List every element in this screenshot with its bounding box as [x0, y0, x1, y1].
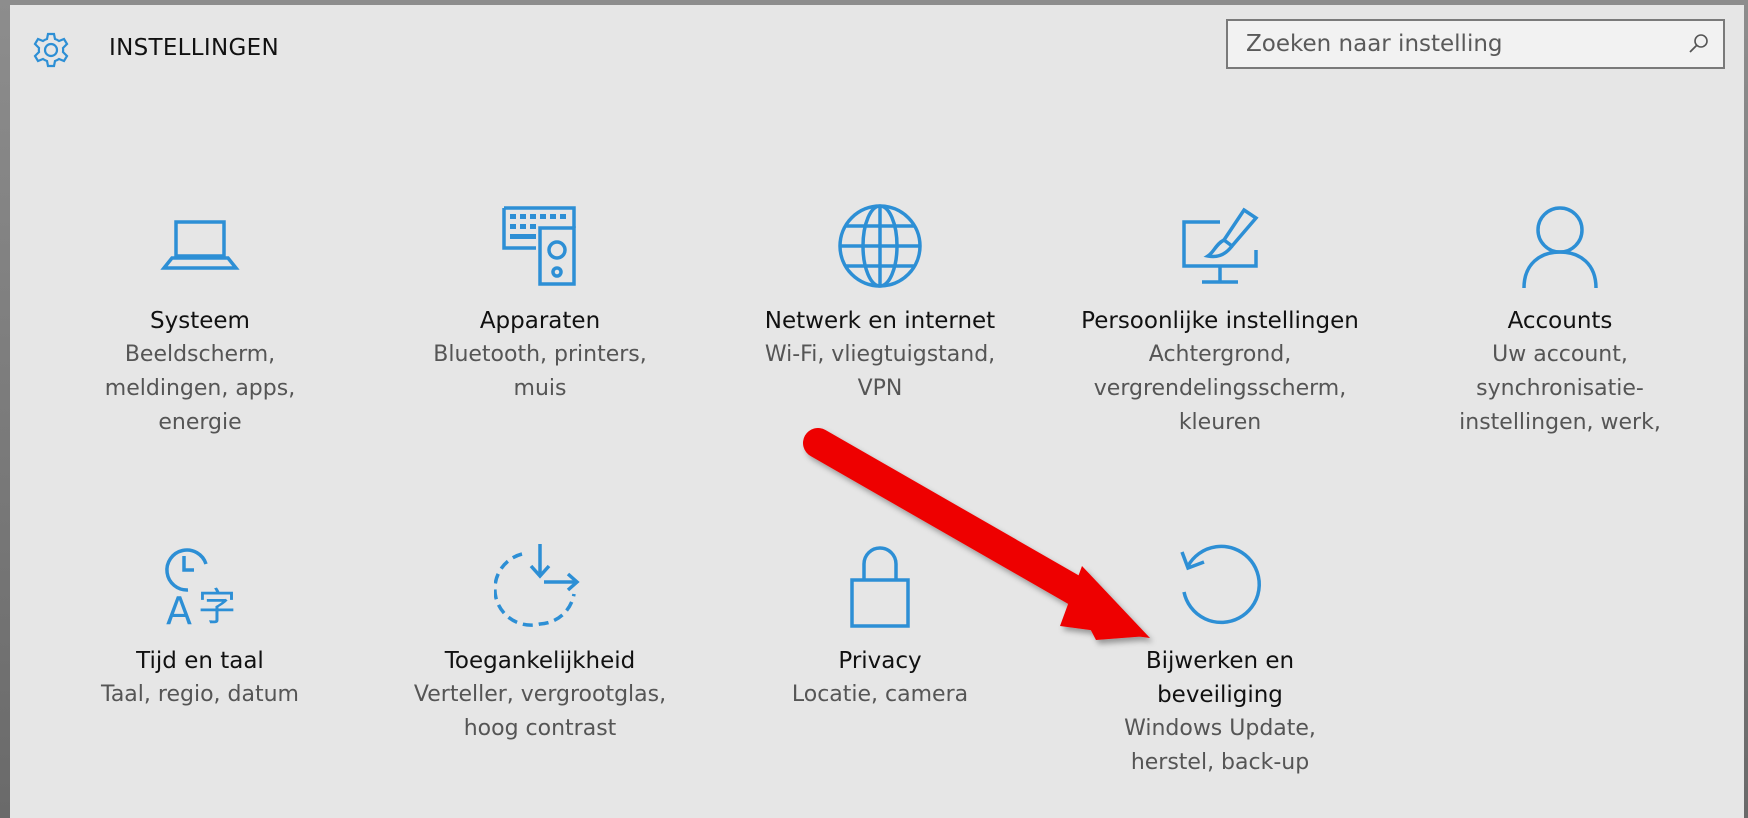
- search-input[interactable]: [1228, 21, 1686, 67]
- tile-title: Privacy: [838, 648, 922, 674]
- tile-description-line: VPN: [857, 376, 903, 401]
- search-box[interactable]: [1226, 19, 1725, 69]
- tile-description-line: Wi-Fi, vliegtuigstand,: [764, 342, 996, 367]
- tile-toegankelijkheid[interactable]: Toegankelijkheid Verteller, vergrootglas…: [380, 540, 700, 746]
- tile-description-line: hoog contrast: [463, 716, 617, 741]
- settings-window: INSTELLINGEN Systeem Beeldscherm, meldin…: [10, 5, 1744, 818]
- svg-text:字: 字: [198, 585, 236, 629]
- tile-title: Persoonlijke instellingen: [1081, 308, 1359, 334]
- tile-title: beveiliging: [1157, 682, 1283, 708]
- globe-icon: [838, 204, 922, 288]
- tile-description-line: vergrendelingsscherm,: [1093, 376, 1347, 401]
- tile-description-line: Bluetooth, printers,: [433, 342, 647, 367]
- tile-title: Bijwerken en: [1145, 648, 1295, 674]
- tile-description-line: Achtergrond,: [1148, 342, 1292, 367]
- tile-description-line: herstel, back-up: [1130, 750, 1310, 775]
- tile-description-line: Taal, regio, datum: [101, 682, 299, 707]
- tile-accounts[interactable]: Accounts Uw account, synchronisatie- ins…: [1400, 200, 1720, 440]
- tile-bijwerken-en-beveiliging[interactable]: Bijwerken en beveiliging Windows Update,…: [1060, 540, 1380, 780]
- refresh-icon: [1180, 544, 1261, 625]
- tile-tijd-en-taal[interactable]: A 字 Tijd en taal Taal, regio, datum: [40, 540, 360, 712]
- person-icon: [1522, 206, 1598, 289]
- tile-description-line: instellingen, werk,: [1459, 410, 1661, 435]
- tile-title: Toegankelijkheid: [444, 648, 636, 674]
- accessibility-icon: [494, 544, 580, 627]
- tile-title: Accounts: [1507, 308, 1613, 334]
- tile-description-line: Verteller, vergrootglas,: [413, 682, 667, 707]
- tile-description-line: Beeldscherm,: [124, 342, 276, 367]
- tile-persoonlijke-instellingen[interactable]: Persoonlijke instellingen Achtergrond, v…: [1060, 200, 1380, 440]
- page-title: INSTELLINGEN: [109, 35, 279, 61]
- tile-apparaten[interactable]: Apparaten Bluetooth, printers, muis: [380, 200, 700, 406]
- keyboard-speaker-icon: [502, 206, 576, 286]
- laptop-icon: [160, 220, 240, 270]
- tile-description-line: Locatie, camera: [791, 682, 969, 707]
- monitor-brush-icon: [1182, 207, 1259, 284]
- padlock-icon: [850, 546, 910, 628]
- tile-description-line: energie: [158, 410, 242, 435]
- gear-icon: [33, 32, 69, 68]
- clock-language-icon: A 字: [165, 548, 236, 632]
- tile-description-line: Uw account,: [1492, 342, 1628, 367]
- tile-title: Netwerk en internet: [764, 308, 996, 334]
- tile-privacy[interactable]: Privacy Locatie, camera: [720, 540, 1040, 712]
- svg-text:A: A: [166, 589, 192, 632]
- tile-title: Systeem: [150, 308, 250, 334]
- tile-description-line: muis: [513, 376, 567, 401]
- screenshot-frame: INSTELLINGEN Systeem Beeldscherm, meldin…: [0, 0, 1748, 818]
- tile-description-line: meldingen, apps,: [104, 376, 296, 401]
- tile-title: Tijd en taal: [136, 648, 264, 674]
- tile-description-line: Windows Update,: [1124, 716, 1316, 741]
- tile-description-line: kleuren: [1178, 410, 1262, 435]
- tile-title: Apparaten: [479, 308, 601, 334]
- tile-description-line: synchronisatie-: [1476, 376, 1644, 401]
- tile-netwerk-en-internet[interactable]: Netwerk en internet Wi-Fi, vliegtuigstan…: [720, 200, 1040, 406]
- tile-systeem[interactable]: Systeem Beeldscherm, meldingen, apps, en…: [40, 200, 360, 440]
- search-icon[interactable]: [1687, 32, 1711, 56]
